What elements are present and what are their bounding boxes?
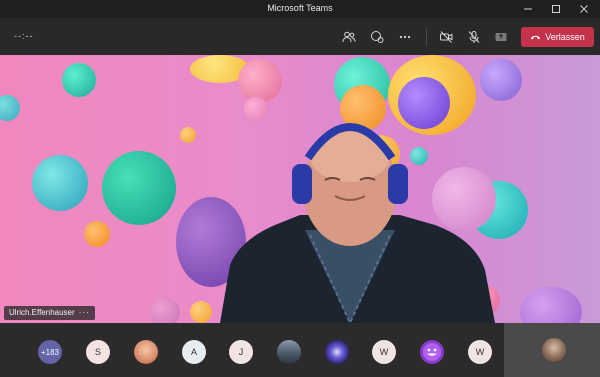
avatar-initial: A	[190, 347, 197, 357]
background-sphere	[102, 151, 176, 225]
more-options-icon	[399, 35, 411, 39]
participant-avatar[interactable]: J	[229, 340, 253, 364]
background-sphere	[62, 63, 96, 97]
background-sphere	[520, 287, 582, 323]
close-icon	[580, 5, 588, 13]
participant-avatar-photo[interactable]	[277, 340, 301, 364]
self-avatar-photo	[542, 338, 566, 362]
chat-button[interactable]	[366, 26, 388, 48]
share-tray-button[interactable]	[490, 26, 512, 48]
minimize-icon	[524, 8, 532, 10]
grinning-emoji-icon	[423, 343, 441, 361]
avatar-initial: W	[379, 347, 389, 357]
self-view-tile[interactable]	[504, 323, 600, 377]
background-sphere	[238, 59, 282, 103]
maximize-icon	[552, 5, 560, 13]
toolbar-divider	[426, 28, 427, 46]
participant-avatar[interactable]: W	[372, 340, 396, 364]
background-sphere	[32, 155, 88, 211]
participants-button[interactable]	[338, 26, 360, 48]
call-timer: --:--	[14, 31, 34, 41]
maximize-button[interactable]	[542, 0, 570, 18]
close-button[interactable]	[570, 0, 598, 18]
leave-button[interactable]: Verlassen	[521, 27, 594, 47]
background-sphere	[0, 95, 20, 121]
participant-avatar[interactable]: W	[468, 340, 492, 364]
participant-name: Ulrich.Effenhauser	[9, 308, 75, 317]
camera-off-icon	[439, 31, 452, 43]
participant-avatar-photo[interactable]	[134, 340, 158, 364]
meeting-toolbar: --:-- Verlassen	[0, 18, 600, 55]
avatar-initial: W	[475, 347, 485, 357]
overflow-participants-badge[interactable]: +183	[38, 340, 62, 364]
background-sphere	[84, 221, 110, 247]
participant-gallery: +183 S A J W W	[0, 323, 600, 377]
avatar-initial: J	[238, 347, 244, 357]
mic-muted-icon	[468, 31, 480, 43]
participant-avatar-emoji[interactable]	[420, 340, 444, 364]
mic-toggle-button[interactable]	[463, 26, 485, 48]
leave-button-label: Verlassen	[545, 32, 585, 42]
participant-avatar-photo[interactable]	[325, 340, 349, 364]
participants-icon	[342, 31, 356, 43]
participant-video	[220, 123, 495, 323]
avatar-initial: S	[94, 347, 101, 357]
background-sphere	[480, 59, 522, 101]
background-sphere	[180, 127, 196, 143]
participant-name-tag[interactable]: Ulrich.Effenhauser ···	[4, 306, 95, 320]
more-options-button[interactable]	[394, 26, 416, 48]
main-video-tile: Ulrich.Effenhauser ···	[0, 55, 600, 323]
share-tray-icon	[495, 33, 507, 41]
background-sphere	[150, 297, 180, 323]
hang-up-icon	[531, 35, 541, 40]
camera-toggle-button[interactable]	[435, 26, 457, 48]
participant-avatar[interactable]: A	[182, 340, 206, 364]
title-bar: Microsoft Teams	[0, 0, 600, 18]
participant-avatar[interactable]: S	[86, 340, 110, 364]
chat-icon	[371, 31, 384, 43]
participant-more-icon[interactable]: ···	[79, 308, 90, 317]
window-title: Microsoft Teams	[267, 3, 333, 13]
minimize-button[interactable]	[514, 0, 542, 18]
